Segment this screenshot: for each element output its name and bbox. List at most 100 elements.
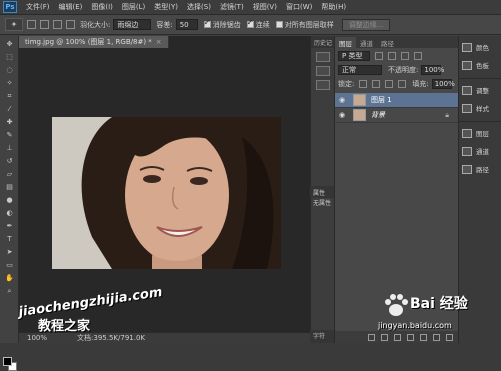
zoom-tool-icon[interactable]: ⌕: [3, 286, 16, 296]
tab-paths[interactable]: 路径: [377, 37, 398, 48]
type-filter-icon[interactable]: [401, 52, 409, 60]
dock-paths[interactable]: 路径: [459, 162, 501, 176]
opacity-value: 100%: [424, 66, 445, 74]
layer-name[interactable]: 背景: [371, 110, 385, 120]
visibility-eye-icon[interactable]: ◉: [339, 96, 347, 104]
shape-tool-icon[interactable]: ▭: [3, 260, 16, 270]
antialias-checkbox[interactable]: [203, 18, 211, 28]
layer-filter-value: P 类型: [342, 52, 363, 60]
layer-thumbnail: [353, 109, 366, 121]
layer-style-icon[interactable]: [381, 333, 388, 341]
lock-all-icon[interactable]: [398, 80, 407, 88]
menu-filter[interactable]: 滤镜(T): [220, 2, 244, 12]
eyedropper-tool-icon[interactable]: ⁄: [3, 104, 16, 114]
blend-mode-select[interactable]: 正常: [338, 65, 382, 75]
subtract-selection-icon[interactable]: [53, 20, 62, 29]
history-panel-tab[interactable]: 历史记: [311, 36, 334, 48]
new-layer-icon[interactable]: [433, 333, 440, 341]
new-group-icon[interactable]: [420, 333, 427, 341]
new-adjustment-icon[interactable]: [407, 333, 414, 341]
clone-stamp-tool-icon[interactable]: ⊥: [3, 143, 16, 153]
layer-filter-select[interactable]: P 类型: [338, 51, 370, 61]
menu-help[interactable]: 帮助(H): [321, 2, 346, 12]
pen-tool-icon[interactable]: ✒: [3, 221, 16, 231]
layer-name[interactable]: 图层 1: [371, 95, 392, 105]
menu-window[interactable]: 窗口(W): [286, 2, 312, 12]
history-brush-tool-icon[interactable]: ↺: [3, 156, 16, 166]
fill-input[interactable]: 100%: [431, 79, 455, 89]
hand-tool-icon[interactable]: ✋: [3, 273, 16, 283]
dock-styles[interactable]: 样式: [459, 101, 501, 115]
paths-panel-icon: [462, 164, 472, 174]
contiguous-checkbox[interactable]: [246, 18, 254, 28]
dock-channels[interactable]: 通道: [459, 144, 501, 158]
healing-brush-tool-icon[interactable]: ✚: [3, 117, 16, 127]
magic-wand-tool-icon[interactable]: ✧: [3, 78, 16, 88]
menu-edit[interactable]: 编辑(E): [59, 2, 83, 12]
dodge-tool-icon[interactable]: ◐: [3, 208, 16, 218]
opacity-input[interactable]: 100%: [421, 65, 445, 75]
sample-style-select[interactable]: 雨绵边: [113, 19, 152, 30]
intersect-selection-icon[interactable]: [66, 20, 75, 29]
menu-bar: Ps 文件(F) 编辑(E) 图像(I) 图层(L) 类型(Y) 选择(S) 滤…: [0, 0, 501, 15]
blend-mode-value: 正常: [342, 66, 356, 74]
dock-adjustments[interactable]: 调整: [459, 83, 501, 97]
history-state-icon[interactable]: [315, 66, 330, 76]
lock-image-icon[interactable]: [372, 80, 381, 88]
eraser-tool-icon[interactable]: ▱: [3, 169, 16, 179]
magic-wand-tool-preset-icon[interactable]: ✦: [5, 18, 23, 31]
layer-row-layer-1[interactable]: ◉ 图层 1: [335, 93, 459, 108]
blur-tool-icon[interactable]: ●: [3, 195, 16, 205]
document-size-info: 文档:395.5K/791.0K: [77, 334, 145, 342]
visibility-eye-icon[interactable]: ◉: [339, 111, 347, 119]
history-snapshot-icon[interactable]: [315, 52, 330, 62]
brush-tool-icon[interactable]: ✎: [3, 130, 16, 140]
path-selection-tool-icon[interactable]: ➤: [3, 247, 16, 257]
link-layers-icon[interactable]: [368, 333, 375, 341]
close-icon[interactable]: ×: [156, 38, 162, 46]
canvas-image[interactable]: [52, 117, 281, 269]
fill-value: 100%: [434, 80, 455, 88]
dock-swatches[interactable]: 色板: [459, 58, 501, 72]
lock-transparent-icon[interactable]: [359, 80, 368, 88]
move-tool-icon[interactable]: ✥: [3, 39, 16, 49]
document-tab[interactable]: timg.jpg @ 100% (图层 1, RGB/8#) * ×: [19, 36, 169, 48]
layer-row-background[interactable]: ◉ 背景 🔒︎: [335, 108, 459, 123]
pixel-filter-icon[interactable]: [375, 52, 383, 60]
gradient-tool-icon[interactable]: ▤: [3, 182, 16, 192]
menu-layer[interactable]: 图层(L): [122, 2, 145, 12]
menu-select[interactable]: 选择(S): [187, 2, 211, 12]
new-selection-icon[interactable]: [27, 20, 36, 29]
lasso-tool-icon[interactable]: ◌: [3, 65, 16, 75]
add-to-selection-icon[interactable]: [40, 20, 49, 29]
type-tool-icon[interactable]: T: [3, 234, 16, 244]
tab-channels[interactable]: 通道: [356, 37, 377, 48]
menu-type[interactable]: 类型(Y): [154, 2, 178, 12]
character-panel-tab[interactable]: 字符: [310, 330, 334, 343]
lock-row: 锁定: 填充: 100%: [335, 78, 458, 90]
properties-panel-tab[interactable]: 属性: [310, 186, 334, 198]
tolerance-input[interactable]: 50: [175, 19, 198, 30]
tab-layers[interactable]: 图层: [335, 37, 356, 48]
menu-view[interactable]: 视图(V): [253, 2, 277, 12]
menu-image[interactable]: 图像(I): [91, 2, 113, 12]
crop-tool-icon[interactable]: ⌗: [3, 91, 16, 101]
refine-edge-button[interactable]: 调整边缘...: [341, 18, 391, 31]
menu-file[interactable]: 文件(F): [26, 2, 50, 12]
document-area[interactable]: timg.jpg @ 100% (图层 1, RGB/8#) * ×: [19, 36, 310, 332]
options-bar: ✦ 羽化大小: 雨绵边 容差: 50 消除锯齿 连续 对所有图层取样 调整边缘.…: [0, 15, 501, 35]
history-state-icon[interactable]: [315, 80, 330, 90]
lock-position-icon[interactable]: [385, 80, 394, 88]
adjustments-panel-icon: [462, 85, 472, 95]
foreground-color-swatch[interactable]: [3, 357, 12, 366]
adjustment-filter-icon[interactable]: [388, 52, 396, 60]
dock-layers[interactable]: 图层: [459, 126, 501, 140]
layers-panel-icon: [462, 128, 472, 138]
add-mask-icon[interactable]: [394, 333, 401, 341]
dock-color[interactable]: 颜色: [459, 40, 501, 54]
sample-all-layers-checkbox[interactable]: [275, 21, 283, 28]
zoom-level[interactable]: 100%: [27, 334, 47, 342]
delete-layer-icon[interactable]: [446, 333, 453, 341]
marquee-tool-icon[interactable]: ⬚: [3, 52, 16, 62]
shape-filter-icon[interactable]: [414, 52, 422, 60]
